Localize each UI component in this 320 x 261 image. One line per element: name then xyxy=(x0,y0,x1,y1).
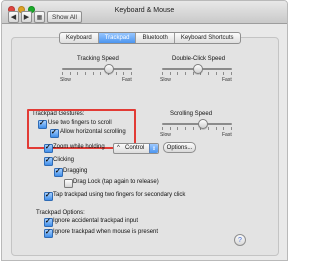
preferences-window: Keyboard & Mouse ◀ ▶ ▦ Show All Keyboard… xyxy=(1,0,288,261)
zoom-checkbox[interactable] xyxy=(44,143,53,153)
show-all-button[interactable]: Show All xyxy=(47,11,82,23)
scrolling-speed-knob[interactable] xyxy=(198,119,208,129)
ignore-when-mouse-checkbox[interactable] xyxy=(44,228,53,238)
dragging-checkbox[interactable] xyxy=(54,167,63,177)
scrolling-speed-max: Fast xyxy=(222,132,232,138)
scrolling-speed-slider[interactable] xyxy=(162,123,232,125)
control-key-icon: ^ xyxy=(117,145,120,151)
trackpad-options-title: Trackpad Options: xyxy=(36,210,85,216)
scrolling-speed-ticks xyxy=(162,127,232,130)
chevron-right-icon: ▶ xyxy=(23,14,30,21)
ignore-when-mouse-label: Ignore trackpad when mouse is present xyxy=(53,229,159,235)
dragging-label: Dragging xyxy=(63,168,88,174)
dropdown-arrows-icon: ⇕ xyxy=(149,144,158,153)
tap-secondary-label: Tap trackpad using two fingers for secon… xyxy=(53,192,186,198)
forward-button[interactable]: ▶ xyxy=(21,11,32,23)
options-button[interactable]: Options... xyxy=(163,142,196,153)
tab-bar: Keyboard Trackpad Bluetooth Keyboard Sho… xyxy=(59,32,241,44)
double-click-speed-label: Double-Click Speed xyxy=(172,56,226,62)
tab-keyboard[interactable]: Keyboard xyxy=(60,33,99,43)
tracking-speed-ticks xyxy=(62,72,132,75)
grid-button[interactable]: ▦ xyxy=(34,11,45,23)
zoom-modifier-value: Control xyxy=(125,145,145,151)
grid-icon: ▦ xyxy=(36,14,43,21)
tracking-speed-max: Fast xyxy=(122,77,132,83)
chevron-left-icon: ◀ xyxy=(10,14,17,21)
ignore-accidental-label: Ignore accidental trackpad input xyxy=(53,218,139,224)
double-click-speed-knob[interactable] xyxy=(193,64,203,74)
scrolling-speed-min: Slow xyxy=(160,132,171,138)
clicking-label: Clicking xyxy=(53,157,75,163)
zoom-modifier-select[interactable]: ^ Control ⇕ xyxy=(113,143,159,154)
scrolling-speed-label: Scrolling Speed xyxy=(170,111,213,117)
drag-lock-label: Drag Lock (tap again to release) xyxy=(73,179,159,185)
zoom-label: Zoom while holding xyxy=(53,144,105,150)
tracking-speed-label: Tracking Speed xyxy=(77,56,119,62)
tracking-speed-knob[interactable] xyxy=(104,64,114,74)
tracking-speed-min: Slow xyxy=(60,77,71,83)
clicking-checkbox[interactable] xyxy=(44,156,53,166)
tab-bluetooth[interactable]: Bluetooth xyxy=(136,33,175,43)
back-button[interactable]: ◀ xyxy=(8,11,19,23)
tracking-speed-slider[interactable] xyxy=(62,68,132,70)
double-click-speed-min: Slow xyxy=(160,77,171,83)
title-bar: Keyboard & Mouse ◀ ▶ ▦ Show All xyxy=(2,1,287,24)
drag-lock-checkbox[interactable] xyxy=(64,179,73,188)
tab-trackpad[interactable]: Trackpad xyxy=(98,33,137,43)
help-button[interactable]: ? xyxy=(234,234,246,246)
double-click-speed-max: Fast xyxy=(222,77,232,83)
ignore-accidental-checkbox[interactable] xyxy=(44,217,53,227)
tab-keyboard-shortcuts[interactable]: Keyboard Shortcuts xyxy=(175,33,240,43)
nav-controls: ◀ ▶ ▦ Show All xyxy=(8,11,82,23)
tap-secondary-checkbox[interactable] xyxy=(44,191,53,201)
